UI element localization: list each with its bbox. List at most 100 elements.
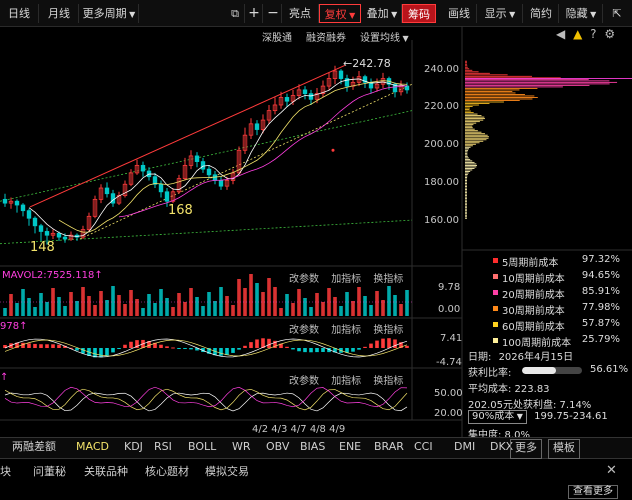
chip-bar (465, 148, 469, 150)
indicator-tab-rsi[interactable]: RSI (154, 438, 172, 456)
volume-bar (27, 298, 31, 316)
candle-body (56, 232, 62, 238)
chip-bar (465, 74, 508, 76)
chip-bar (465, 146, 471, 148)
chip-bar (465, 181, 468, 183)
indicator-tab-obv[interactable]: OBV (266, 438, 289, 456)
legend-swatch (493, 306, 498, 311)
chip-bar (465, 66, 468, 68)
price-tick-220: 220.00 (424, 101, 459, 112)
macd-panel-tools: 改参数 加指标 换指标 (280, 321, 403, 336)
candle-body (338, 70, 344, 79)
macd-bar (183, 348, 187, 349)
chip-bar (465, 190, 467, 192)
rsi-panel-tools: 改参数 加指标 换指标 (280, 372, 403, 387)
low-price-annotation-1: 148 (30, 240, 55, 255)
indicator-tab-模板[interactable]: 模板 (548, 439, 580, 459)
add-indicator-button[interactable]: 加指标 (331, 274, 361, 285)
macd-indicator-label: 978↑ (0, 321, 27, 332)
macd-bar (357, 348, 361, 350)
cost-band-row: 90%成本 ▼ 199.75-234.61 (468, 410, 608, 424)
chip-bar (465, 154, 468, 156)
add-indicator-button[interactable]: 加指标 (331, 376, 361, 387)
indicator-tab-cci[interactable]: CCI (414, 438, 433, 456)
legend-name: 100周期前成本 (502, 338, 572, 349)
macd-bar (291, 348, 295, 350)
chip-bar (465, 184, 468, 186)
chip-bar (465, 75, 533, 77)
volume-bar (339, 306, 343, 316)
change-param-button[interactable]: 改参数 (289, 325, 319, 336)
chip-bar (465, 130, 478, 132)
macd-bar (159, 344, 163, 348)
indicator-tab-boll[interactable]: BOLL (188, 438, 216, 456)
chip-bar (465, 171, 471, 172)
macd-bar (105, 348, 109, 356)
switch-indicator-button[interactable]: 换指标 (373, 325, 403, 336)
chip-bar (465, 163, 477, 165)
candle-body (44, 231, 50, 236)
volume-bar (177, 293, 181, 316)
volume-bar (357, 287, 361, 316)
chip-bar (465, 164, 478, 166)
volume-bar (321, 302, 325, 316)
candle-body (206, 168, 212, 176)
change-param-button[interactable]: 改参数 (289, 376, 319, 387)
macd-bar (387, 338, 391, 348)
volume-bar (285, 294, 289, 316)
indicator-tab-dmi[interactable]: DMI (454, 438, 475, 456)
volume-bar (45, 302, 49, 316)
chip-bar (465, 71, 479, 73)
cost-legend-item: 5周期前成本 97.32% (466, 254, 626, 269)
macd-bar (111, 348, 115, 353)
link-block[interactable]: 块 (0, 463, 11, 479)
chip-bar (465, 134, 488, 136)
volume-bar (57, 297, 61, 316)
volume-bar (207, 292, 211, 316)
close-icon[interactable]: ✕ (606, 463, 617, 478)
indicator-tab-wr[interactable]: WR (232, 438, 251, 456)
change-param-button[interactable]: 改参数 (289, 274, 319, 285)
volume-bar (309, 307, 313, 316)
link-related[interactable]: 关联品种 (84, 463, 128, 479)
volume-bar (303, 298, 307, 316)
candle-body (404, 85, 410, 91)
chip-bar (465, 112, 474, 114)
macd-bar (231, 348, 235, 353)
indicator-tab-更多[interactable]: 更多 (510, 439, 542, 459)
chip-bar (465, 160, 473, 162)
candle-body (20, 204, 26, 212)
indicator-tab-两融差额[interactable]: 两融差额 (12, 438, 56, 456)
macd-bar (57, 344, 61, 348)
indicator-tab-brar[interactable]: BRAR (374, 438, 404, 456)
volume-bar (273, 287, 277, 316)
indicator-tab-bias[interactable]: BIAS (300, 438, 325, 456)
chip-bar (465, 195, 467, 197)
legend-name: 20周期前成本 (502, 290, 565, 301)
link-core-theme[interactable]: 核心题材 (145, 463, 189, 479)
cost-legend-item: 30周期前成本 77.98% (466, 302, 626, 317)
volume-bar (153, 303, 157, 316)
switch-indicator-button[interactable]: 换指标 (373, 376, 403, 387)
indicator-tab-kdj[interactable]: KDJ (124, 438, 143, 456)
volume-bar (15, 303, 19, 316)
volume-bar (75, 301, 79, 316)
chip-bar (465, 86, 563, 88)
chip-bar (465, 178, 468, 180)
indicator-tab-ene[interactable]: ENE (339, 438, 361, 456)
cost-band-select[interactable]: 90%成本 ▼ (468, 410, 527, 424)
chip-bar (465, 122, 477, 124)
macd-bar (297, 348, 301, 352)
chip-bar (465, 207, 467, 209)
switch-indicator-button[interactable]: 换指标 (373, 274, 403, 285)
ma-line-20 (118, 85, 408, 218)
lower-channel-line (0, 219, 413, 245)
chip-bar (465, 104, 479, 106)
macd-bar (51, 344, 55, 348)
chip-bar (465, 110, 471, 112)
link-ask-secretary[interactable]: 问董秘 (33, 463, 66, 479)
see-more-button[interactable]: 查看更多 (568, 485, 618, 499)
add-indicator-button[interactable]: 加指标 (331, 325, 361, 336)
link-sim-trading[interactable]: 模拟交易 (205, 463, 249, 479)
indicator-tab-macd[interactable]: MACD (76, 438, 109, 456)
